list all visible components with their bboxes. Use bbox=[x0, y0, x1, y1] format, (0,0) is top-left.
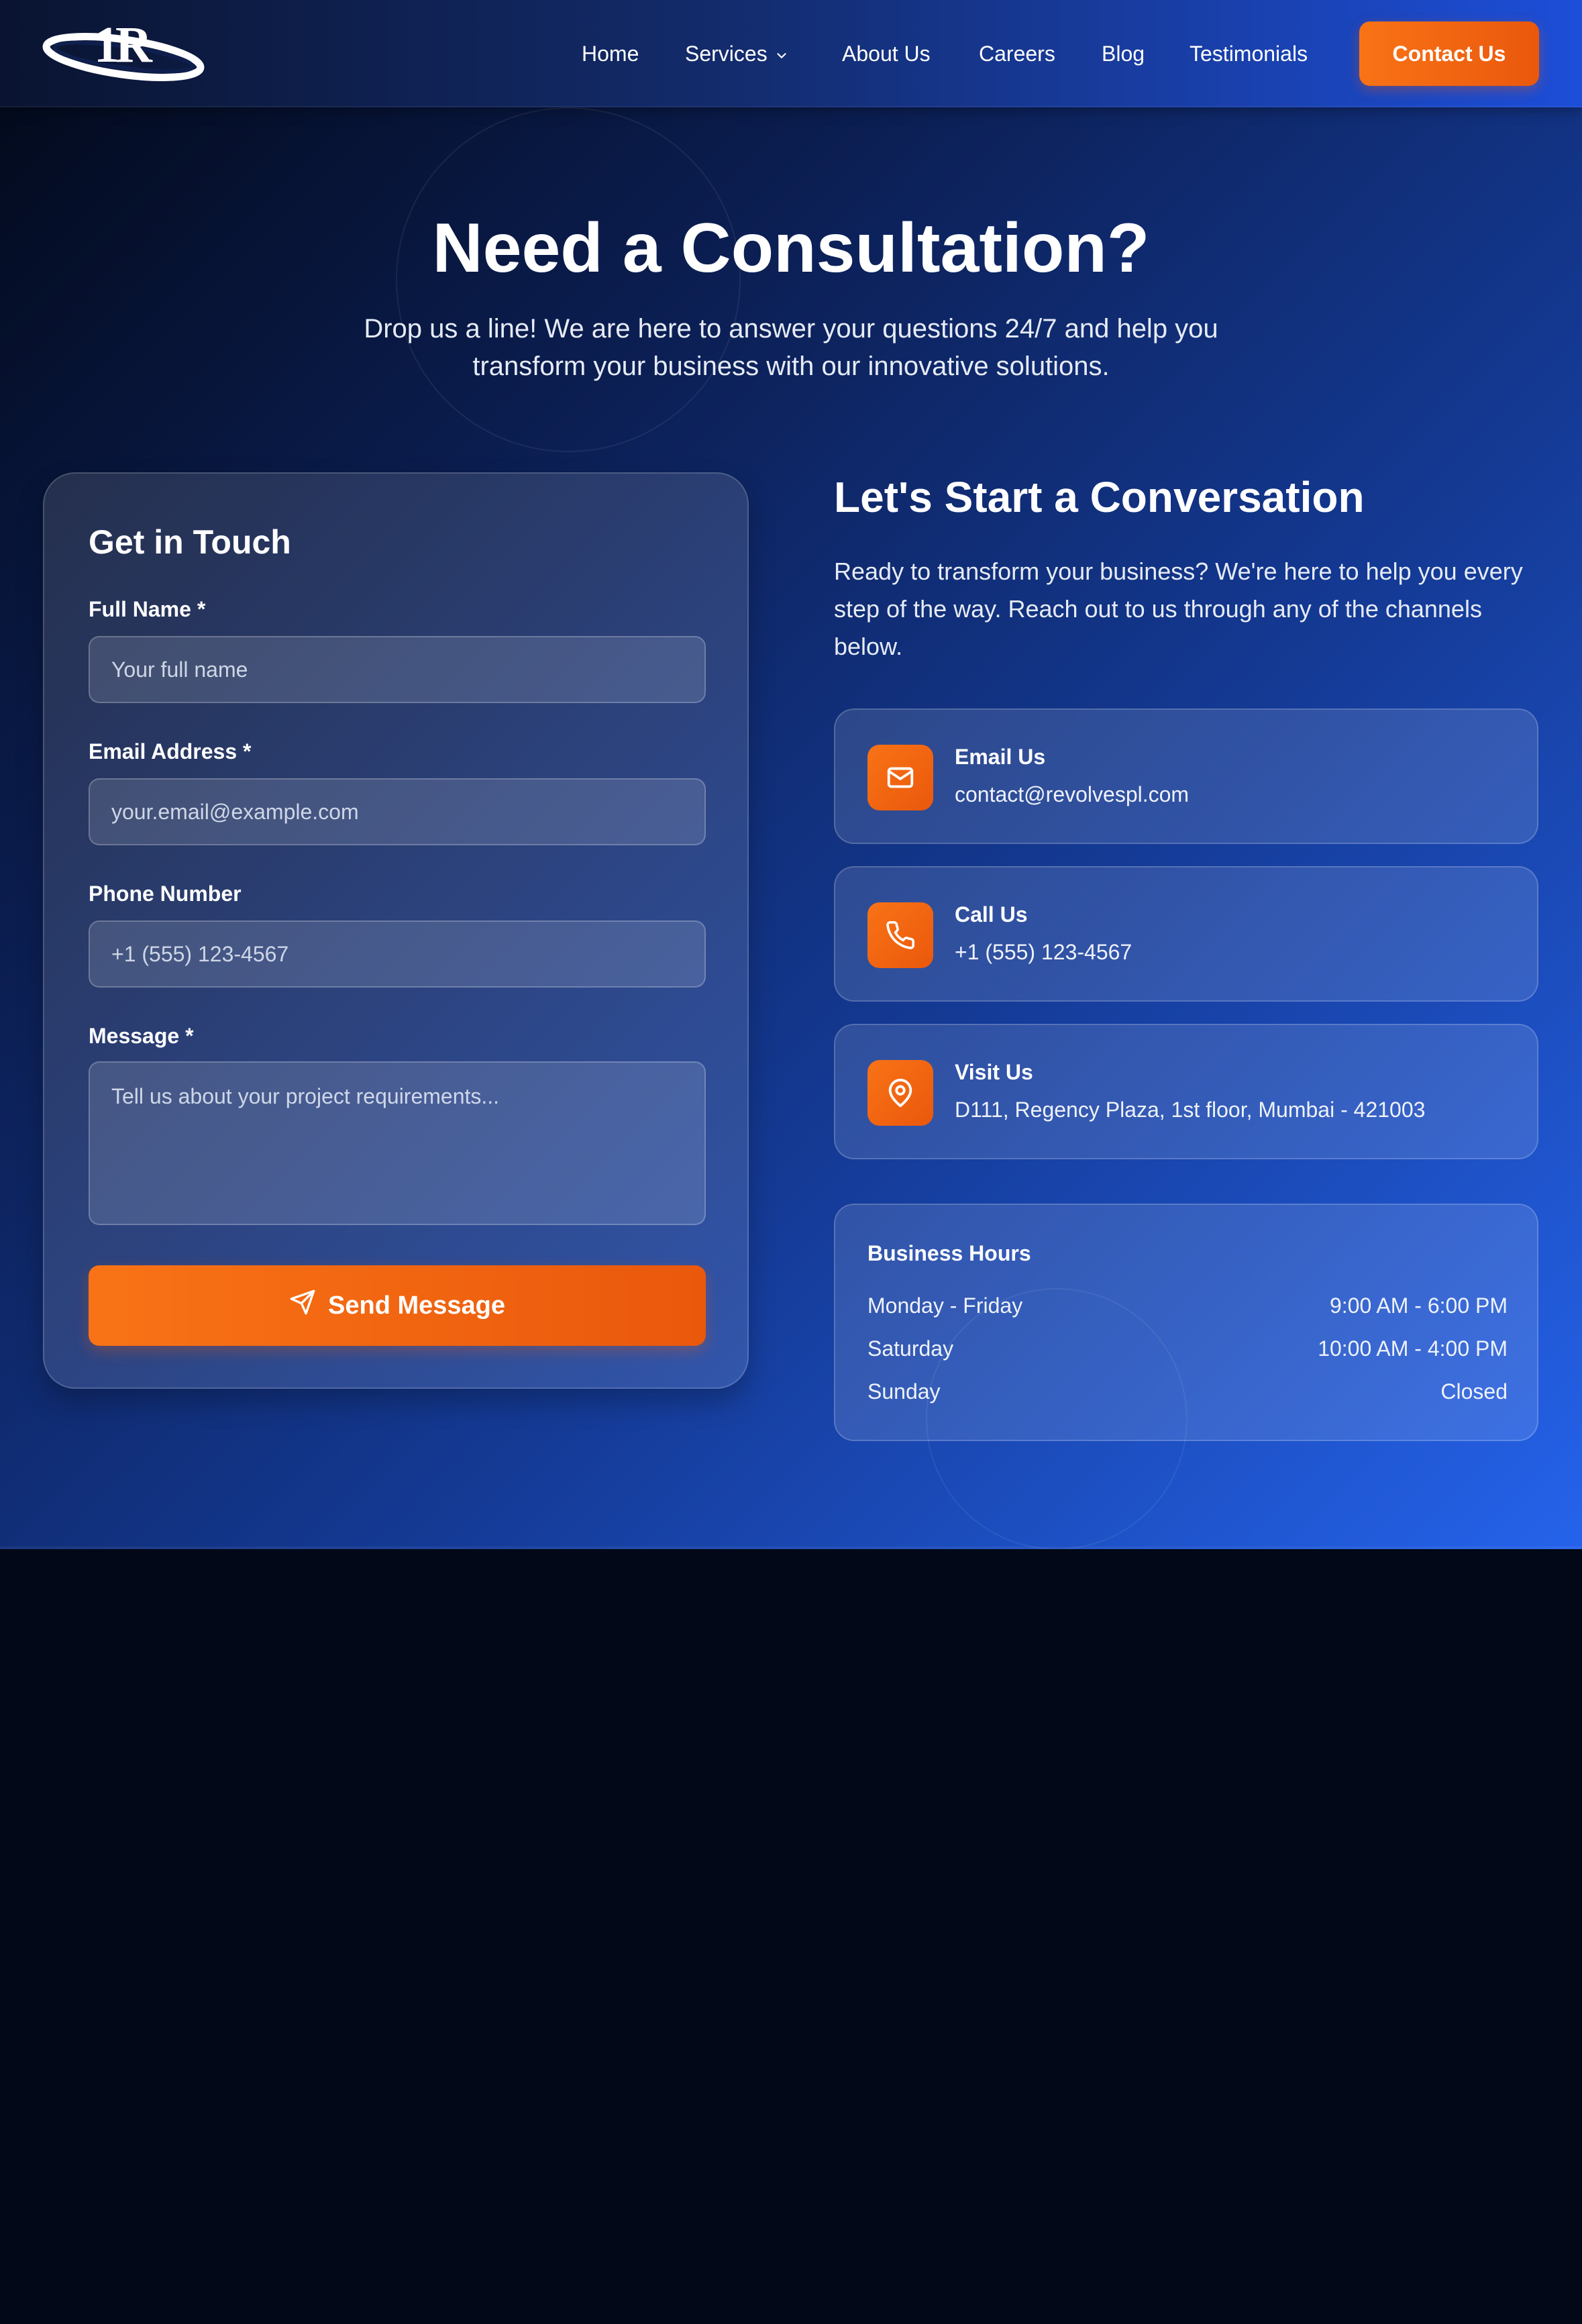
email-card-value[interactable]: contact@revolvespl.com bbox=[955, 780, 1189, 809]
nav-blog[interactable]: Blog bbox=[1102, 39, 1145, 68]
contact-us-button[interactable]: Contact Us bbox=[1359, 21, 1539, 86]
phone-icon bbox=[867, 902, 933, 968]
hours-time: Closed bbox=[1440, 1379, 1508, 1404]
email-card[interactable]: Email Us contact@revolvespl.com bbox=[834, 708, 1538, 844]
business-hours-title: Business Hours bbox=[867, 1241, 1031, 1265]
send-icon bbox=[289, 1289, 316, 1322]
message-textarea[interactable] bbox=[89, 1061, 706, 1225]
navbar: 1 R Home Services About Us Careers Blog … bbox=[0, 0, 1582, 107]
phone-input[interactable] bbox=[89, 920, 706, 988]
hours-time: 10:00 AM - 4:00 PM bbox=[1318, 1336, 1508, 1361]
address-card[interactable]: Visit Us D111, Regency Plaza, 1st floor,… bbox=[834, 1024, 1538, 1159]
email-label: Email Address * bbox=[89, 739, 252, 763]
nav-careers[interactable]: Careers bbox=[979, 39, 1055, 68]
svg-text:R: R bbox=[115, 20, 153, 73]
logo[interactable]: 1 R bbox=[42, 17, 205, 87]
address-card-label: Visit Us bbox=[955, 1060, 1033, 1084]
full-name-input[interactable] bbox=[89, 636, 706, 703]
mail-icon bbox=[867, 745, 933, 810]
send-message-label: Send Message bbox=[328, 1291, 505, 1320]
contact-form: Get in Touch Full Name * Email Address *… bbox=[43, 472, 749, 1389]
hours-row: Monday - Friday 9:00 AM - 6:00 PM bbox=[867, 1291, 1508, 1320]
phone-card[interactable]: Call Us +1 (555) 123-4567 bbox=[834, 866, 1538, 1002]
email-card-label: Email Us bbox=[955, 745, 1046, 769]
message-label: Message * bbox=[89, 1024, 194, 1048]
map-pin-icon bbox=[867, 1060, 933, 1126]
nav-services-label: Services bbox=[685, 42, 768, 66]
hours-time: 9:00 AM - 6:00 PM bbox=[1329, 1293, 1508, 1318]
conversation-text: Ready to transform your business? We're … bbox=[834, 558, 1523, 660]
hours-row: Sunday Closed bbox=[867, 1377, 1508, 1406]
hours-day: Saturday bbox=[867, 1336, 954, 1361]
nav-services[interactable]: Services bbox=[685, 39, 789, 70]
nav-testimonials[interactable]: Testimonials bbox=[1190, 39, 1308, 68]
conversation-title: Let's Start a Conversation bbox=[834, 473, 1365, 521]
logo-icon: 1 R bbox=[42, 17, 205, 81]
nav-about-us[interactable]: About Us bbox=[842, 39, 931, 68]
email-input[interactable] bbox=[89, 778, 706, 845]
hours-day: Sunday bbox=[867, 1379, 941, 1404]
send-message-button[interactable]: Send Message bbox=[89, 1265, 706, 1346]
hours-row: Saturday 10:00 AM - 4:00 PM bbox=[867, 1334, 1508, 1363]
nav-home[interactable]: Home bbox=[582, 39, 639, 68]
hours-day: Monday - Friday bbox=[867, 1293, 1023, 1318]
form-title: Get in Touch bbox=[89, 523, 291, 561]
phone-card-label: Call Us bbox=[955, 902, 1028, 927]
full-name-label: Full Name * bbox=[89, 597, 206, 621]
address-card-value: D111, Regency Plaza, 1st floor, Mumbai -… bbox=[955, 1098, 1426, 1122]
consultation-section: 1 R Home Services About Us Careers Blog … bbox=[0, 0, 1582, 1549]
page-subtitle: Drop us a line! We are here to answer yo… bbox=[364, 314, 1218, 381]
phone-card-value[interactable]: +1 (555) 123-4567 bbox=[955, 937, 1132, 967]
chevron-down-icon bbox=[774, 41, 789, 70]
business-hours-card: Business Hours Monday - Friday 9:00 AM -… bbox=[834, 1204, 1538, 1441]
phone-label: Phone Number bbox=[89, 882, 242, 906]
page-title: Need a Consultation? bbox=[432, 209, 1150, 287]
